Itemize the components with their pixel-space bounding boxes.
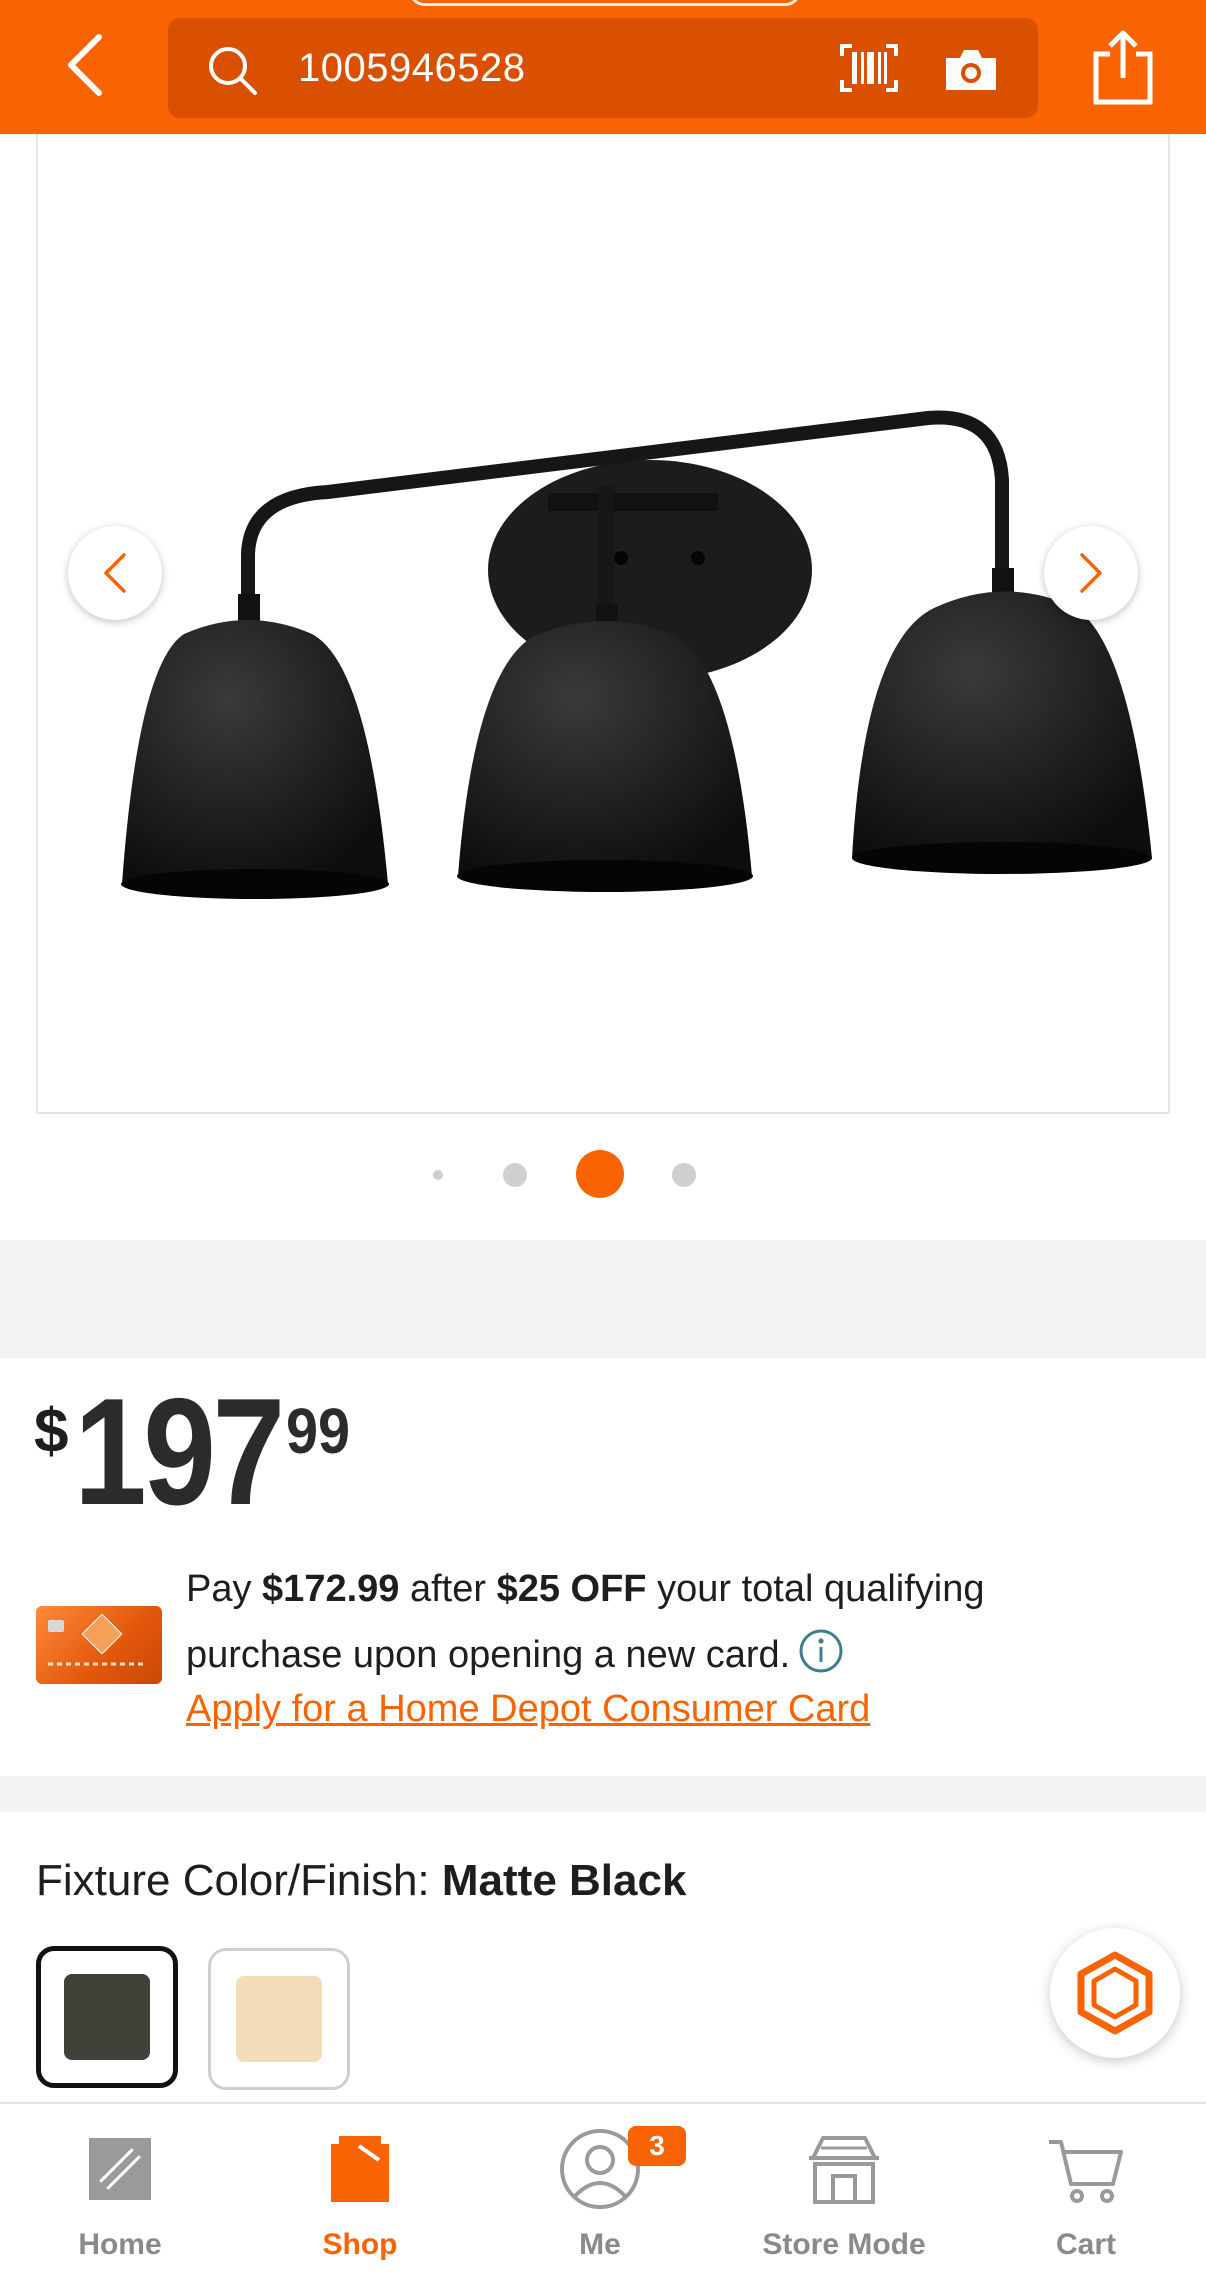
bottom-navigation: Home Shop Me 3 Store Mode Cart <box>0 2102 1206 2284</box>
cart-icon <box>1049 2140 1123 2203</box>
promo-pay-prefix: Pay <box>186 1568 263 1610</box>
swatch-option-2[interactable] <box>208 1948 350 2090</box>
chevron-right-icon <box>1080 553 1102 593</box>
price-dollars: 197 <box>74 1367 285 1537</box>
chevron-left-icon <box>68 34 102 96</box>
nav-home[interactable]: Home <box>0 2104 240 2284</box>
nav-label: Me <box>579 2228 621 2261</box>
color-option-title: Fixture Color/Finish: <box>36 1856 442 1905</box>
nav-label: Home <box>78 2228 162 2261</box>
swatch-color <box>64 1974 150 2060</box>
swatch-matte-black[interactable] <box>36 1946 178 2088</box>
shop-icon <box>331 2136 389 2202</box>
product-page: 1005946528 $ 197 99 Pay $172.99 after $2… <box>0 0 1206 2284</box>
info-icon[interactable] <box>798 1628 844 1674</box>
nav-label: Store Mode <box>762 2228 926 2261</box>
search-icon <box>209 47 257 95</box>
notification-badge: 3 <box>628 2126 686 2166</box>
promo-discount: $25 OFF <box>496 1568 647 1610</box>
share-icon[interactable] <box>1088 28 1158 106</box>
swatch-color <box>236 1976 322 2062</box>
device-notch <box>410 0 800 6</box>
search-bar[interactable]: 1005946528 <box>168 18 1038 118</box>
chevron-left-icon <box>104 553 126 593</box>
home-depot-card-icon <box>48 1613 146 1666</box>
apply-card-link[interactable]: Apply for a Home Depot Consumer Card <box>186 1688 870 1731</box>
camera-icon[interactable] <box>942 44 1000 94</box>
store-icon <box>809 2136 879 2204</box>
promo-pay-amount: $172.99 <box>262 1568 400 1610</box>
gallery-pagination <box>0 1148 1206 1200</box>
back-button[interactable] <box>50 30 120 100</box>
chat-assistant-button[interactable] <box>1050 1928 1180 2058</box>
pagination-dot[interactable] <box>672 1163 696 1187</box>
nav-store-mode[interactable]: Store Mode <box>724 2104 964 2284</box>
color-option-label: Fixture Color/Finish: Matte Black <box>36 1856 686 1906</box>
promo-mid-text: after <box>399 1568 497 1610</box>
section-separator <box>0 1240 1206 1358</box>
card-promo-text: Pay $172.99 after $25 OFF your total qua… <box>186 1556 1146 1688</box>
price-currency: $ <box>34 1397 69 1466</box>
nav-cart[interactable]: Cart <box>966 2104 1206 2284</box>
pagination-dot-active[interactable] <box>576 1150 624 1198</box>
next-image-button[interactable] <box>1044 526 1138 620</box>
hexagon-chat-icon <box>1077 1951 1153 2035</box>
product-image-gallery[interactable] <box>36 134 1170 1114</box>
home-depot-logo-icon <box>89 2138 151 2200</box>
color-option-selected: Matte Black <box>441 1856 687 1905</box>
pagination-dot[interactable] <box>503 1163 527 1187</box>
search-input[interactable]: 1005946528 <box>298 46 525 91</box>
price-cents: 99 <box>286 1395 351 1467</box>
previous-image-button[interactable] <box>68 526 162 620</box>
pagination-dot[interactable] <box>433 1170 443 1180</box>
credit-card-image <box>36 1606 162 1684</box>
section-separator <box>0 1776 1206 1812</box>
top-bar: 1005946528 <box>0 0 1206 134</box>
nav-shop[interactable]: Shop <box>240 2104 480 2284</box>
nav-label: Shop <box>322 2228 398 2261</box>
barcode-icon[interactable] <box>838 42 900 94</box>
nav-label: Cart <box>1055 2228 1116 2261</box>
product-image <box>121 410 1152 899</box>
